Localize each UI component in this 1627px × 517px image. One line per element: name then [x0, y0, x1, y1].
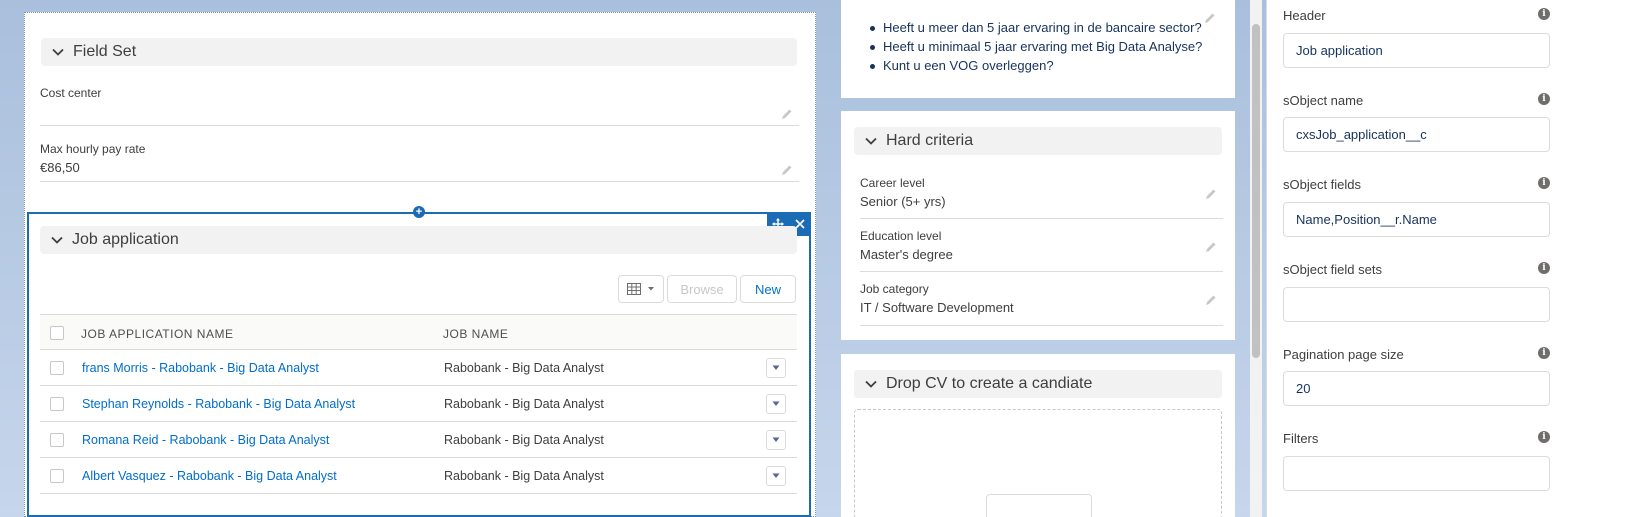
- property-label-header: Header: [1283, 8, 1326, 23]
- upload-button[interactable]: [986, 494, 1092, 517]
- field-set-title: Field Set: [73, 43, 137, 60]
- hard-criteria-header[interactable]: Hard criteria: [854, 127, 1222, 155]
- row-checkbox[interactable]: [50, 433, 64, 447]
- table-row: frans Morris - Rabobank - Big Data Analy…: [40, 350, 797, 386]
- header-input[interactable]: [1283, 33, 1550, 68]
- field-label: Cost center: [40, 86, 102, 100]
- row-checkbox[interactable]: [50, 361, 64, 375]
- pencil-icon[interactable]: [1205, 241, 1217, 253]
- info-icon[interactable]: i: [1538, 93, 1550, 105]
- field-label: Education level: [860, 229, 942, 243]
- job-name-cell: Rabobank - Big Data Analyst: [444, 397, 604, 411]
- column-header-job-name[interactable]: JOB NAME: [443, 327, 508, 341]
- job-application-title: Job application: [72, 231, 179, 248]
- middle-column: Heeft u meer dan 5 jaar ervaring in de b…: [841, 0, 1235, 517]
- field-label: Job category: [860, 282, 929, 296]
- property-label-sobject-field-sets: sObject field sets: [1283, 262, 1382, 277]
- question-list: Heeft u meer dan 5 jaar ervaring in de b…: [869, 20, 1203, 77]
- drop-cv-card: Drop CV to create a candiate: [841, 354, 1235, 517]
- job-name-cell: Rabobank - Big Data Analyst: [444, 469, 604, 483]
- job-application-link[interactable]: frans Morris - Rabobank - Big Data Analy…: [82, 361, 319, 375]
- scrollbar-thumb[interactable]: [1252, 24, 1260, 358]
- row-actions-button[interactable]: [766, 358, 786, 378]
- list-view-button[interactable]: [618, 275, 664, 303]
- info-icon[interactable]: i: [1538, 347, 1550, 359]
- field-label: Career level: [860, 176, 925, 190]
- pencil-icon[interactable]: [1205, 188, 1217, 200]
- field-value: Senior (5+ yrs): [860, 194, 946, 209]
- field-value: IT / Software Development: [860, 300, 1014, 315]
- property-label-pagination-page-size: Pagination page size: [1283, 347, 1404, 362]
- pagination-page-size-input[interactable]: [1283, 371, 1550, 406]
- select-all-checkbox[interactable]: [50, 326, 64, 340]
- row-actions-button[interactable]: [766, 394, 786, 414]
- add-component-icon[interactable]: +: [413, 206, 425, 218]
- sobject-field-sets-input[interactable]: [1283, 287, 1550, 322]
- job-application-link[interactable]: Stephan Reynolds - Rabobank - Big Data A…: [82, 397, 355, 411]
- job-name-cell: Rabobank - Big Data Analyst: [444, 361, 604, 375]
- info-icon[interactable]: i: [1538, 262, 1550, 274]
- field-label: Max hourly pay rate: [40, 142, 146, 156]
- table-row: Stephan Reynolds - Rabobank - Big Data A…: [40, 386, 797, 422]
- field-education-level: Education level Master's degree: [860, 229, 1223, 272]
- pencil-icon[interactable]: [781, 108, 793, 120]
- info-icon[interactable]: i: [1538, 177, 1550, 189]
- row-checkbox[interactable]: [50, 397, 64, 411]
- row-actions-button[interactable]: [766, 430, 786, 450]
- field-max-hourly-pay-rate: Max hourly pay rate €86,50: [40, 142, 799, 182]
- caret-down-icon: [648, 287, 654, 291]
- drop-cv-header[interactable]: Drop CV to create a candiate: [854, 370, 1222, 398]
- questions-card: Heeft u meer dan 5 jaar ervaring in de b…: [841, 0, 1235, 98]
- question-item: Kunt u een VOG overleggen?: [869, 58, 1202, 73]
- info-icon[interactable]: i: [1538, 8, 1550, 20]
- field-cost-center: Cost center: [40, 86, 799, 126]
- job-application-link[interactable]: Albert Vasquez - Rabobank - Big Data Ana…: [82, 469, 337, 483]
- row-checkbox[interactable]: [50, 469, 64, 483]
- question-item: Heeft u minimaal 5 jaar ervaring met Big…: [869, 39, 1203, 54]
- chevron-down-icon: [864, 134, 878, 148]
- job-name-cell: Rabobank - Big Data Analyst: [444, 433, 604, 447]
- info-icon[interactable]: i: [1538, 431, 1550, 443]
- new-button[interactable]: New: [740, 275, 796, 303]
- file-drop-zone[interactable]: [854, 409, 1222, 517]
- canvas-scrollbar[interactable]: [1250, 0, 1262, 517]
- pencil-icon[interactable]: [781, 164, 793, 176]
- question-item: Heeft u meer dan 5 jaar ervaring in de b…: [869, 20, 1202, 35]
- field-job-category: Job category IT / Software Development: [860, 282, 1223, 326]
- table-row: Romana Reid - Rabobank - Big Data Analys…: [40, 422, 797, 458]
- table-header: JOB APPLICATION NAME JOB NAME: [40, 314, 797, 350]
- column-header-job-application-name[interactable]: JOB APPLICATION NAME: [81, 327, 233, 341]
- property-panel: [1266, 0, 1627, 517]
- property-label-sobject-name: sObject name: [1283, 93, 1364, 108]
- property-label-sobject-fields: sObject fields: [1283, 177, 1362, 192]
- hard-criteria-title: Hard criteria: [886, 132, 974, 149]
- table-row: Albert Vasquez - Rabobank - Big Data Ana…: [40, 458, 797, 494]
- table-icon: [627, 283, 641, 295]
- property-label-filters: Filters: [1283, 431, 1319, 446]
- sobject-fields-input[interactable]: [1283, 202, 1550, 237]
- job-application-card[interactable]: Job application Browse New JOB APPLICATI…: [27, 212, 811, 517]
- drop-cv-title: Drop CV to create a candiate: [886, 375, 1093, 392]
- chevron-down-icon: [51, 45, 65, 59]
- field-set-header[interactable]: Field Set: [41, 38, 797, 66]
- row-actions-button[interactable]: [766, 466, 786, 486]
- field-value: Master's degree: [860, 247, 953, 262]
- filters-input[interactable]: [1283, 456, 1550, 491]
- browse-button[interactable]: Browse: [667, 275, 737, 303]
- chevron-down-icon: [864, 377, 878, 391]
- hard-criteria-card: Hard criteria Career level Senior (5+ yr…: [841, 111, 1235, 340]
- job-application-header[interactable]: Job application: [40, 226, 797, 254]
- pencil-icon[interactable]: [1205, 294, 1217, 306]
- field-career-level: Career level Senior (5+ yrs): [860, 176, 1223, 219]
- job-application-link[interactable]: Romana Reid - Rabobank - Big Data Analys…: [82, 433, 329, 447]
- chevron-down-icon: [50, 233, 64, 247]
- sobject-name-input[interactable]: [1283, 117, 1550, 152]
- field-value: €86,50: [40, 160, 80, 175]
- pencil-icon[interactable]: [1204, 12, 1216, 27]
